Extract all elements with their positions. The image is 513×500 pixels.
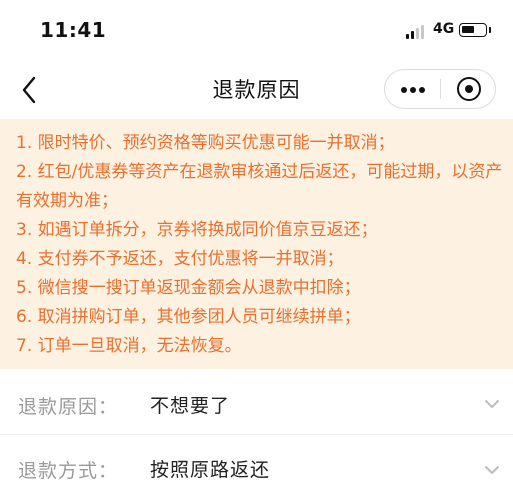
menu-capsule — [384, 69, 496, 109]
chevron-down-icon — [485, 466, 499, 474]
notice-item: 4. 支付券不予返还，支付优惠将一并取消； — [16, 249, 344, 269]
notice-item: 6. 取消拼购订单，其他参团人员可继续拼单； — [16, 307, 361, 327]
close-miniprogram-button[interactable] — [441, 70, 496, 108]
notice-list: 1. 限时特价、预约资格等购买优惠可能一并取消； 2. 红包/优惠券等资产在退款… — [16, 129, 504, 361]
status-time: 11:41 — [40, 18, 107, 42]
refund-method-value: 按照原路返还 — [150, 459, 271, 481]
signal-icon — [406, 25, 428, 39]
battery-icon — [459, 23, 487, 37]
refund-reason-label: 退款原因： — [18, 396, 119, 418]
refund-method-label: 退款方式： — [18, 460, 119, 482]
notice-item: 3. 如遇订单拆分，京券将换成同价值京豆返还； — [16, 220, 378, 240]
network-type: 4G — [433, 21, 455, 37]
refund-reason-value: 不想要了 — [150, 395, 231, 417]
notice-item: 5. 微信搜一搜订单返现金额会从退款中扣除； — [16, 278, 361, 298]
notice-item: 2. 红包/优惠券等资产在退款审核通过后返还，可能过期，以资产有效期为准； — [16, 162, 503, 211]
refund-method-row[interactable]: 退款方式： 按照原路返还 — [0, 436, 513, 500]
chevron-down-icon — [485, 400, 499, 408]
nav-bar: 退款原因 — [0, 60, 513, 118]
notice-item: 7. 订单一旦取消，无法恢复。 — [16, 336, 242, 356]
more-button[interactable] — [385, 70, 440, 108]
status-bar: 11:41 4G — [0, 0, 513, 60]
battery-cap — [489, 27, 491, 33]
notice-item: 1. 限时特价、预约资格等购买优惠可能一并取消； — [16, 133, 395, 153]
refund-notice: 1. 限时特价、预约资格等购买优惠可能一并取消； 2. 红包/优惠券等资产在退款… — [0, 119, 513, 369]
refund-reason-row[interactable]: 退款原因： 不想要了 — [0, 371, 513, 435]
divider — [0, 434, 513, 435]
